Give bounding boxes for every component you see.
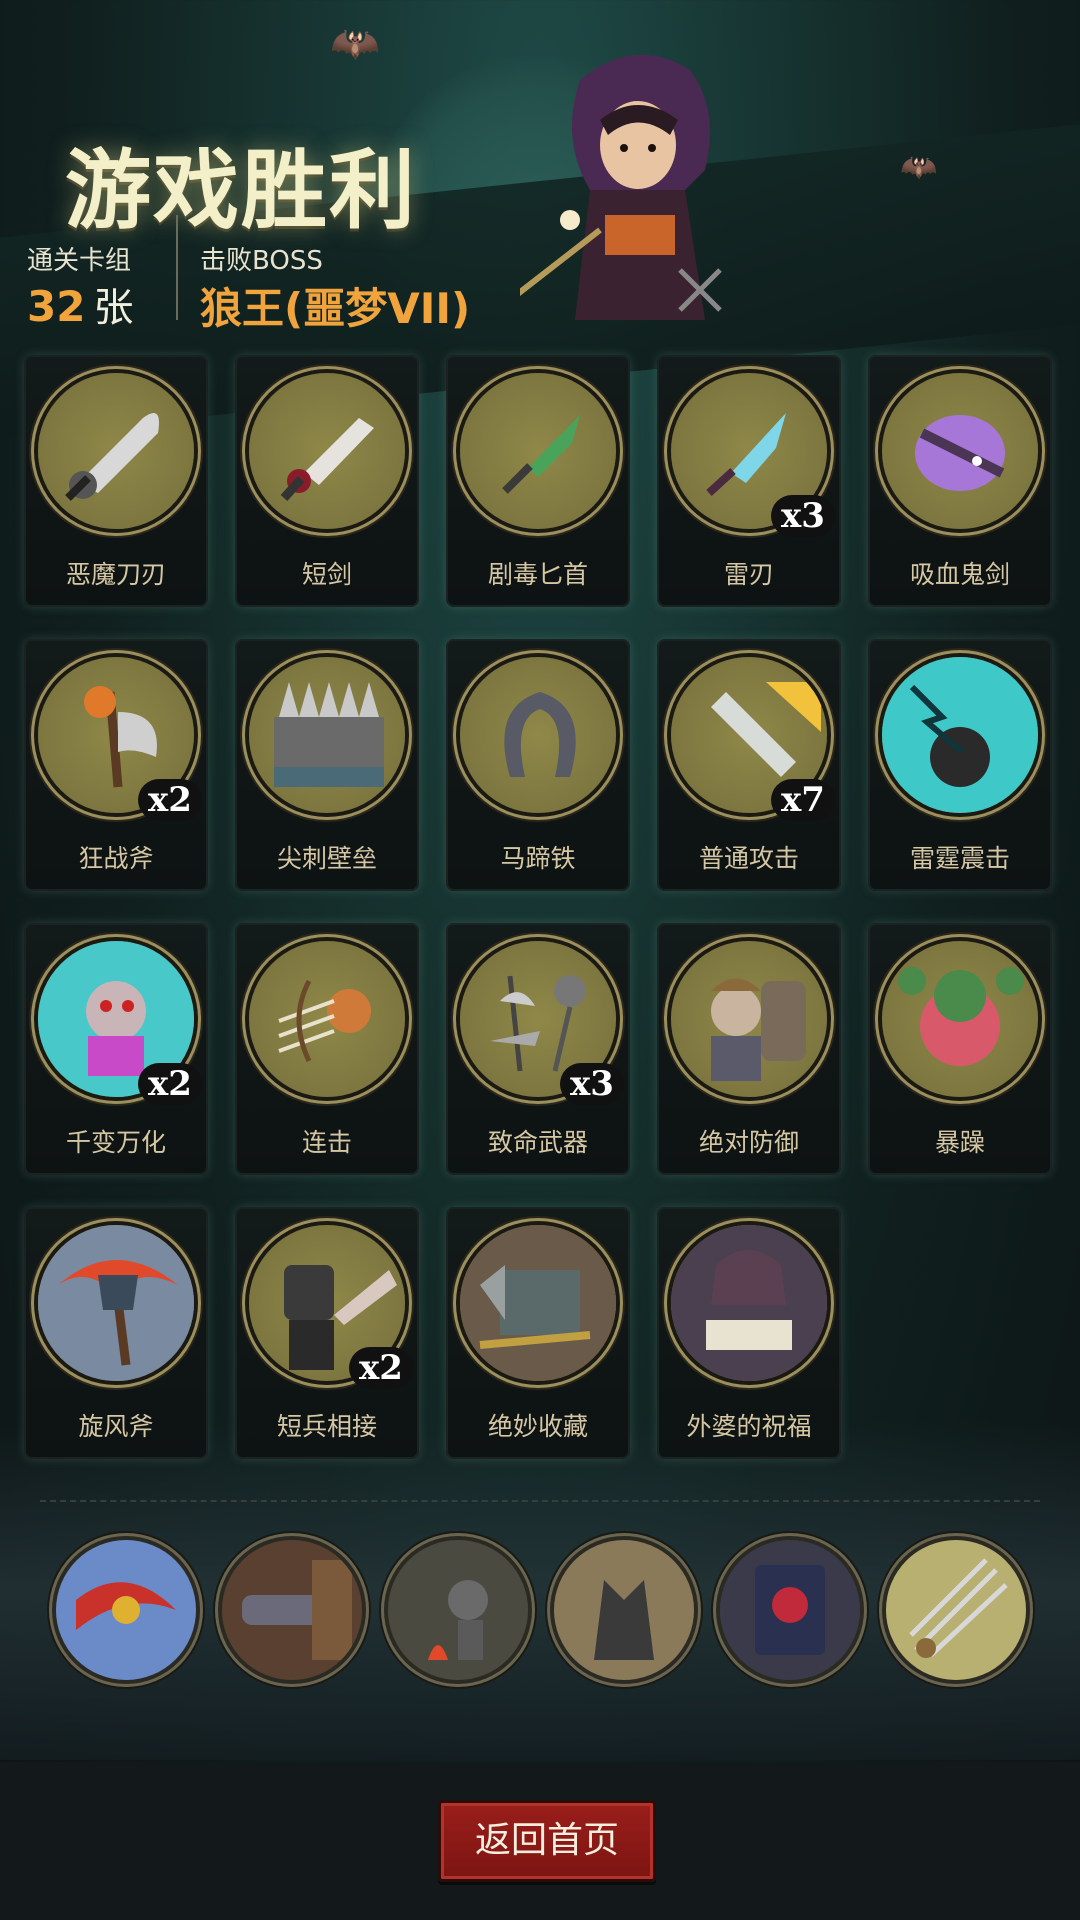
absolute-defense-icon: [671, 941, 827, 1097]
card-name: 连击: [301, 1128, 352, 1157]
demon-blade-icon: [38, 373, 194, 529]
campfire-relic-icon[interactable]: [388, 1540, 528, 1680]
deck-card[interactable]: x2 短兵相接: [235, 1207, 419, 1459]
card-count-badge: x2: [349, 1347, 413, 1389]
card-name: 旋风斧: [78, 1412, 154, 1441]
bat-icon: 🦇: [900, 150, 938, 185]
wonderful-collection-icon: [460, 1225, 616, 1381]
footer-bar: 返回首页: [0, 1762, 1080, 1920]
card-name: 短剑: [301, 560, 352, 589]
deck-card[interactable]: 尖刺壁垒: [235, 639, 419, 891]
deck-card[interactable]: 外婆的祝福: [657, 1207, 841, 1459]
deck-card[interactable]: 短剑: [235, 355, 419, 607]
grandma-blessing-icon: [671, 1225, 827, 1381]
card-name: 绝对防御: [698, 1128, 799, 1157]
card-name: 外婆的祝福: [686, 1412, 812, 1441]
deck-card[interactable]: 马蹄铁: [446, 639, 630, 891]
gargoyle-relic-icon[interactable]: [554, 1540, 694, 1680]
deck-card[interactable]: 剧毒匕首: [446, 355, 630, 607]
deck-card[interactable]: 暴躁: [868, 923, 1052, 1175]
thunder-shock-icon: [882, 657, 1038, 813]
card-name: 短兵相接: [276, 1412, 377, 1441]
cannon-relic-icon[interactable]: [222, 1540, 362, 1680]
card-count-badge: x3: [560, 1063, 624, 1105]
card-name: 致命武器: [487, 1128, 588, 1157]
card-name: 普通攻击: [698, 844, 799, 873]
card-count-badge: x2: [138, 1063, 202, 1105]
card-name: 吸血鬼剑: [909, 560, 1010, 589]
card-name: 尖刺壁垒: [276, 844, 377, 873]
card-name: 恶魔刀刃: [65, 560, 166, 589]
hero-character-illustration: [520, 54, 722, 320]
deck-label: 通关卡组: [27, 246, 132, 276]
deck-card[interactable]: x2 狂战斧: [24, 639, 208, 891]
deck-card[interactable]: x3 雷刃: [657, 355, 841, 607]
red-book-relic-icon[interactable]: [720, 1540, 860, 1680]
boss-label: 击败BOSS: [200, 246, 323, 276]
card-name: 狂战斧: [78, 844, 154, 873]
vampire-sword-icon: [882, 373, 1038, 529]
rage-icon: [882, 941, 1038, 1097]
combo-icon: [249, 941, 405, 1097]
deck-count-unit: 张: [93, 285, 134, 331]
short-sword-icon: [249, 373, 405, 529]
card-name: 绝妙收藏: [487, 1412, 588, 1441]
deck-card[interactable]: 连击: [235, 923, 419, 1175]
card-count-badge: x2: [138, 779, 202, 821]
deck-card[interactable]: x2 千变万化: [24, 923, 208, 1175]
deck-count: 32 张: [27, 275, 133, 333]
stats-divider: [176, 215, 178, 320]
deck-card[interactable]: 恶魔刀刃: [24, 355, 208, 607]
boss-name: 狼王(噩梦VII): [200, 284, 471, 333]
victory-title: 游戏胜利: [65, 141, 417, 241]
card-name: 雷霆震击: [909, 844, 1010, 873]
poison-dagger-icon: [460, 373, 616, 529]
triple-blades-relic-icon[interactable]: [886, 1540, 1026, 1680]
return-home-button[interactable]: 返回首页: [438, 1800, 656, 1882]
card-count-badge: x7: [771, 779, 835, 821]
deck-card[interactable]: 雷霆震击: [868, 639, 1052, 891]
card-name: 雷刃: [723, 560, 774, 589]
deck-card[interactable]: 绝对防御: [657, 923, 841, 1175]
card-count-badge: x3: [771, 495, 835, 537]
deck-card[interactable]: x7 普通攻击: [657, 639, 841, 891]
bat-icon: 🦇: [330, 21, 380, 67]
deck-card[interactable]: 旋风斧: [24, 1207, 208, 1459]
card-name: 剧毒匕首: [487, 560, 588, 589]
whirlwind-axe-icon: [38, 1225, 194, 1381]
horseshoe-icon: [460, 657, 616, 813]
card-name: 暴躁: [934, 1128, 985, 1157]
card-name: 马蹄铁: [500, 844, 576, 873]
deck-card[interactable]: 吸血鬼剑: [868, 355, 1052, 607]
section-divider: [40, 1500, 1040, 1502]
winged-warrior-relic-icon[interactable]: [56, 1540, 196, 1680]
deck-card[interactable]: 绝妙收藏: [446, 1207, 630, 1459]
deck-count-number: 32: [27, 282, 86, 331]
deck-card[interactable]: x3 致命武器: [446, 923, 630, 1175]
card-name: 千变万化: [65, 1128, 166, 1157]
spike-barrier-icon: [249, 657, 405, 813]
